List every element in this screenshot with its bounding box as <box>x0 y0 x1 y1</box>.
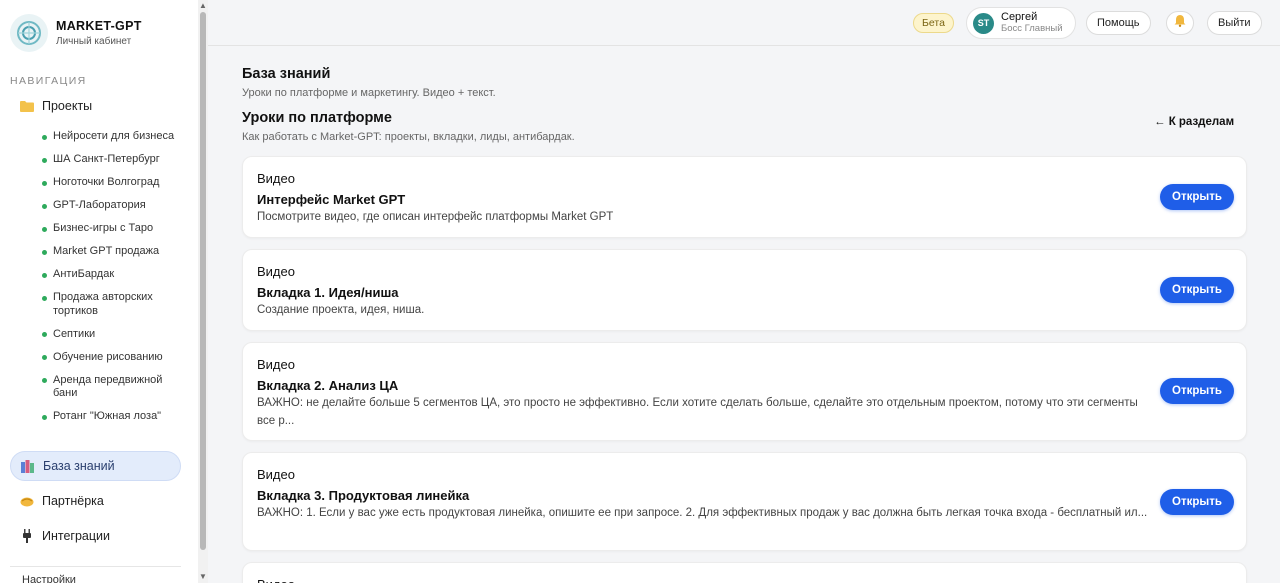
back-to-sections-link[interactable]: ← К разделам <box>1154 116 1234 128</box>
project-label: Market GPT продажа <box>53 245 160 257</box>
help-button[interactable]: Помощь <box>1086 11 1151 35</box>
open-lesson-button[interactable]: Открыть <box>1160 489 1234 515</box>
status-dot-icon <box>42 249 47 255</box>
lesson-title: Вкладка 3. Продуктовая линейка <box>257 488 470 503</box>
nav-heading: НАВИГАЦИЯ <box>10 75 87 87</box>
scroll-thumb[interactable] <box>200 12 206 550</box>
open-lesson-button[interactable]: Открыть <box>1160 378 1234 404</box>
lesson-title: Вкладка 2. Анализ ЦА <box>257 378 399 393</box>
lesson-description: Посмотрите видео, где описан интерфейс п… <box>257 211 614 223</box>
handshake-icon <box>20 494 34 508</box>
lesson-type: Видео <box>257 467 295 482</box>
topbar: Бета ST Сергей Босс Главный Помощь Выйти <box>208 0 1280 46</box>
project-label: Нейросети для бизнеса <box>53 130 175 142</box>
project-label: ША Санкт-Петербург <box>53 153 160 165</box>
sidebar-project-item[interactable]: Ноготочки Волгоград <box>42 176 182 190</box>
status-dot-icon <box>42 414 47 420</box>
section-subtitle: Как работать с Market-GPT: проекты, вкла… <box>242 131 575 143</box>
scroll-up-icon[interactable]: ▲ <box>199 1 207 11</box>
sidebar-item-integrations[interactable]: Интеграции <box>10 521 181 551</box>
sidebar-project-item[interactable]: ША Санкт-Петербург <box>42 153 182 167</box>
lesson-type: Видео <box>257 577 295 583</box>
sidebar-project-item[interactable]: Market GPT продажа <box>42 245 182 259</box>
sidebar-divider <box>10 566 181 567</box>
project-label: АнтиБардак <box>53 268 115 280</box>
logo-icon <box>10 14 48 52</box>
user-name: Сергей <box>1001 11 1038 23</box>
lesson-card: Видео <box>242 562 1247 583</box>
books-icon <box>21 459 35 473</box>
project-label: Септики <box>53 327 96 340</box>
open-lesson-button[interactable]: Открыть <box>1160 184 1234 210</box>
lesson-card: Видео Вкладка 1. Идея/ниша Создание прое… <box>242 249 1247 331</box>
status-dot-icon <box>42 295 47 301</box>
logout-button[interactable]: Выйти <box>1207 11 1262 35</box>
status-dot-icon <box>42 272 47 278</box>
lesson-card: Видео Вкладка 2. Анализ ЦА ВАЖНО: не дел… <box>242 342 1247 441</box>
page-subtitle: Уроки по платформе и маркетингу. Видео +… <box>242 87 496 99</box>
lesson-title: Вкладка 1. Идея/ниша <box>257 285 399 300</box>
sidebar-item-projects[interactable]: Проекты <box>10 91 181 121</box>
project-label: Продажа авторских тортиков <box>53 291 153 317</box>
sidebar-project-item[interactable]: Ротанг "Южная лоза" <box>42 410 182 424</box>
sidebar-project-item[interactable]: GPT-Лаборатория <box>42 199 182 213</box>
notifications-button[interactable] <box>1166 11 1194 35</box>
sidebar-project-item[interactable]: Обучение рисованию <box>42 351 182 365</box>
project-label: GPT-Лаборатория <box>53 199 146 211</box>
sidebar-item-label: Интеграции <box>42 529 111 543</box>
project-label: Ноготочки Волгоград <box>53 176 160 188</box>
sidebar-project-item[interactable]: Нейросети для бизнеса <box>42 130 182 144</box>
open-lesson-button[interactable]: Открыть <box>1160 277 1234 303</box>
avatar: ST <box>973 12 994 34</box>
sidebar-item-cut-off[interactable]: Настройки <box>22 574 76 583</box>
project-label: Ротанг "Южная лоза" <box>53 410 162 422</box>
sidebar-project-item[interactable]: Продажа авторских тортиков <box>42 291 182 318</box>
status-dot-icon <box>42 378 47 383</box>
project-label: Аренда передвижной бани <box>53 373 163 400</box>
status-dot-icon <box>42 157 47 163</box>
scroll-down-icon[interactable]: ▼ <box>199 572 207 582</box>
section-title: Уроки по платформе <box>242 110 392 126</box>
lesson-type: Видео <box>257 264 295 279</box>
project-list: Нейросети для бизнеса ША Санкт-Петербург Н… <box>42 130 182 433</box>
brand[interactable]: MARKET-GPT Личный кабинет <box>10 14 142 52</box>
lesson-type: Видео <box>257 357 295 372</box>
sidebar-project-item[interactable]: АнтиБардак <box>42 268 182 282</box>
status-dot-icon <box>42 355 47 360</box>
sidebar-item-label: Партнёрка <box>42 494 104 508</box>
brand-name: MARKET-GPT <box>56 19 142 33</box>
bell-icon <box>1174 14 1186 32</box>
sidebar-project-item[interactable]: Бизнес-игры с Таро <box>42 222 182 236</box>
lesson-card: Видео Вкладка 3. Продуктовая линейка ВАЖ… <box>242 452 1247 551</box>
plug-icon <box>20 529 34 543</box>
sidebar-scrollbar[interactable]: ▲ ▼ <box>198 0 208 583</box>
status-dot-icon <box>42 332 47 337</box>
status-dot-icon <box>42 226 47 232</box>
brand-subtitle: Личный кабинет <box>56 36 132 47</box>
status-dot-icon <box>42 203 47 209</box>
sidebar-item-label: Проекты <box>42 99 93 113</box>
sidebar-item-label: База знаний <box>43 459 115 473</box>
project-label: Бизнес-игры с Таро <box>53 222 154 234</box>
sidebar: MARKET-GPT Личный кабинет НАВИГАЦИЯ Прое… <box>0 0 198 583</box>
sidebar-project-item[interactable]: Септики <box>42 328 182 342</box>
sidebar-project-item[interactable]: Аренда передвижной бани <box>42 374 182 401</box>
project-label: Обучение рисованию <box>53 350 163 363</box>
status-dot-icon <box>42 180 47 186</box>
page-title: База знаний <box>242 66 331 82</box>
lesson-title: Интерфейс Market GPT <box>257 192 406 207</box>
lesson-description: ВАЖНО: 1. Если у вас уже есть продуктова… <box>257 507 1148 519</box>
user-role: Босс Главный <box>1001 23 1063 34</box>
lesson-type: Видео <box>257 171 295 186</box>
main-content: База знаний Уроки по платформе и маркети… <box>208 46 1280 583</box>
folder-icon <box>20 99 34 113</box>
beta-badge: Бета <box>913 13 954 33</box>
status-dot-icon <box>42 134 47 140</box>
lesson-description: Создание проекта, идея, ниша. <box>257 304 425 316</box>
lesson-description: ВАЖНО: не делайте больше 5 сегментов ЦА,… <box>257 397 1138 427</box>
sidebar-item-knowledge-base[interactable]: База знаний <box>10 451 181 481</box>
user-chip[interactable]: ST Сергей Босс Главный <box>966 7 1076 39</box>
sidebar-item-partner[interactable]: Партнёрка <box>10 486 181 516</box>
lesson-card: Видео Интерфейс Market GPT Посмотрите ви… <box>242 156 1247 238</box>
